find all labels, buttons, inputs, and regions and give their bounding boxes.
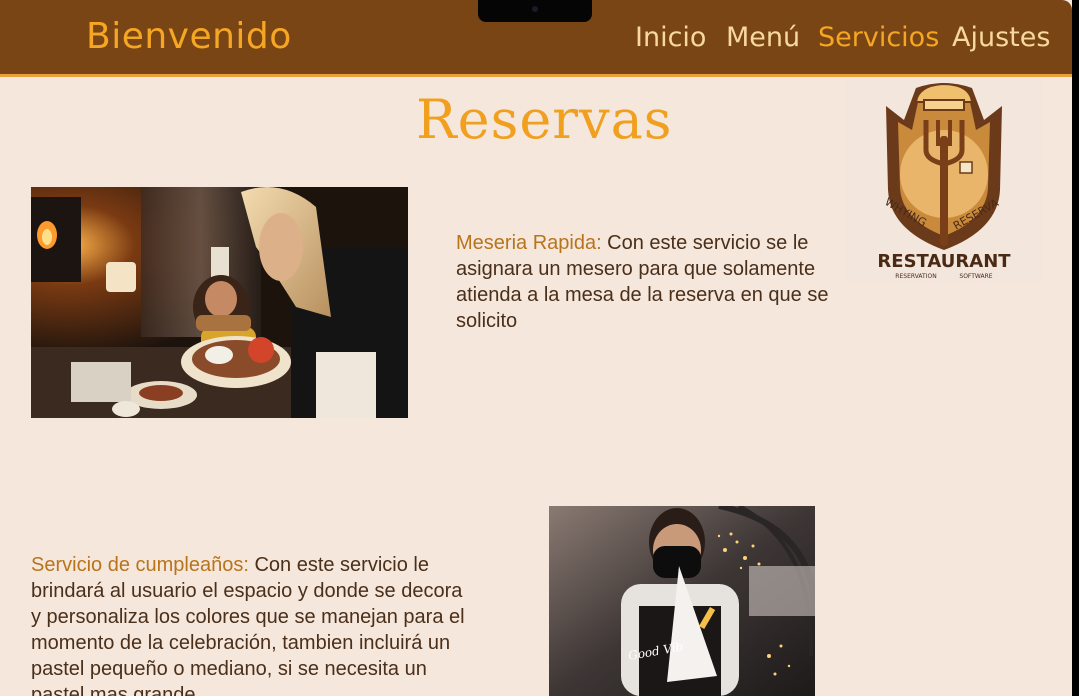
service-cumpleanos-description: Servicio de cumpleaños: Con este servici… <box>31 552 471 696</box>
brand-title: Bienvenido <box>86 16 292 57</box>
nav-menu[interactable]: Menú <box>726 22 800 53</box>
page: Bienvenido Inicio Menú Servicios Ajustes… <box>0 0 1072 696</box>
service-label: Servicio de cumpleaños: <box>31 554 249 576</box>
nav-ajustes[interactable]: Ajustes <box>952 22 1050 53</box>
camera-notch <box>478 0 592 22</box>
page-title: Reservas <box>416 88 673 151</box>
camera-icon <box>532 6 538 12</box>
waitress-serving-photo <box>31 187 408 418</box>
nav-inicio[interactable]: Inicio <box>635 22 706 53</box>
service-label: Meseria Rapida: <box>456 232 602 254</box>
nav-servicios[interactable]: Servicios <box>818 22 939 53</box>
service-meseria-rapida-description: Meseria Rapida: Con este servicio se le … <box>456 230 836 334</box>
logo-tagline-left: RESERVATION <box>895 273 936 280</box>
chef-sparkler-photo: Good Vib <box>549 506 815 696</box>
logo-name: RESTAURANT <box>877 251 1011 272</box>
logo-tagline-right: SOFTWARE <box>959 273 992 280</box>
restaurant-logo: WHYING RESERVA RESTAURANT RESERVATION SO… <box>846 80 1042 282</box>
